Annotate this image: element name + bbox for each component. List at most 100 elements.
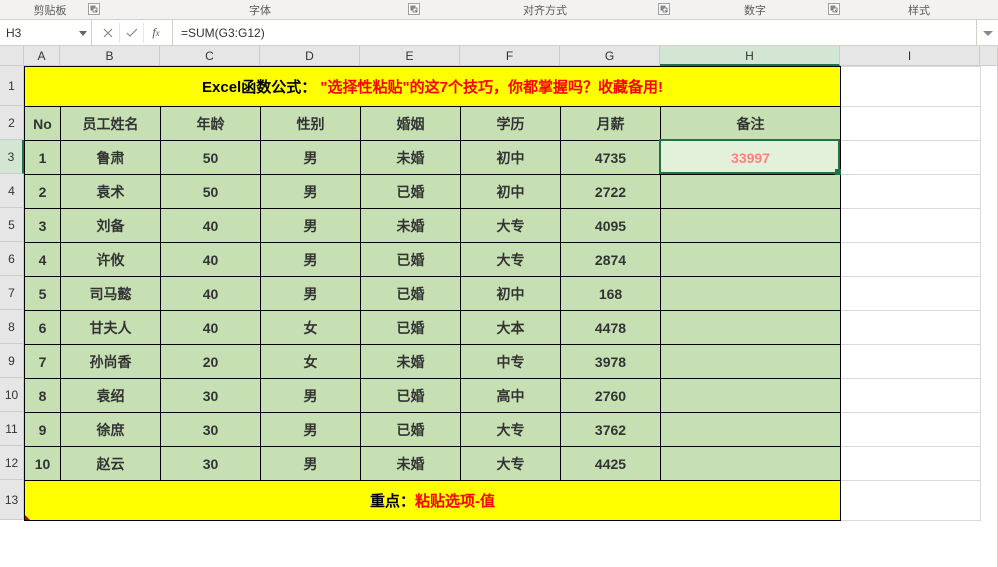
table-cell[interactable]: 2 <box>25 175 61 209</box>
table-cell[interactable]: 刘备 <box>61 209 161 243</box>
remark-cell[interactable] <box>661 345 841 379</box>
table-cell[interactable]: 已婚 <box>361 379 461 413</box>
table-header-cell[interactable]: No <box>25 107 61 141</box>
enter-icon[interactable] <box>120 23 144 43</box>
table-cell[interactable]: 男 <box>261 243 361 277</box>
row-header[interactable]: 6 <box>0 242 24 276</box>
row-header[interactable]: 3 <box>0 140 24 174</box>
column-header[interactable]: B <box>60 46 160 66</box>
table-cell[interactable]: 男 <box>261 379 361 413</box>
table-cell[interactable]: 40 <box>161 209 261 243</box>
table-cell[interactable]: 40 <box>161 311 261 345</box>
row-header[interactable]: 7 <box>0 276 24 310</box>
chevron-down-icon[interactable] <box>79 26 87 40</box>
spreadsheet-grid[interactable]: ABCDEFGHI 12345678910111213 Excel函数公式： "… <box>0 46 998 567</box>
remark-cell[interactable] <box>661 243 841 277</box>
table-cell[interactable]: 30 <box>161 379 261 413</box>
table-cell[interactable]: 9 <box>25 413 61 447</box>
table-cell[interactable]: 袁术 <box>61 175 161 209</box>
column-header[interactable]: C <box>160 46 260 66</box>
table-cell[interactable]: 男 <box>261 277 361 311</box>
table-cell[interactable]: 大专 <box>461 447 561 481</box>
table-cell[interactable]: 5 <box>25 277 61 311</box>
row-header[interactable]: 5 <box>0 208 24 242</box>
dialog-launcher-icon[interactable] <box>828 3 840 15</box>
table-cell[interactable]: 30 <box>161 447 261 481</box>
table-cell[interactable]: 3762 <box>561 413 661 447</box>
table-cell[interactable]: 男 <box>261 447 361 481</box>
table-header-cell[interactable]: 性别 <box>261 107 361 141</box>
table-cell[interactable]: 男 <box>261 209 361 243</box>
table-cell[interactable]: 未婚 <box>361 209 461 243</box>
remark-cell[interactable] <box>661 379 841 413</box>
column-header[interactable]: H <box>660 46 840 66</box>
table-cell[interactable]: 未婚 <box>361 345 461 379</box>
dialog-launcher-icon[interactable] <box>658 3 670 15</box>
table-cell[interactable]: 1 <box>25 141 61 175</box>
column-header[interactable]: F <box>460 46 560 66</box>
table-cell[interactable]: 50 <box>161 141 261 175</box>
table-cell[interactable]: 孙尚香 <box>61 345 161 379</box>
table-header-cell[interactable]: 员工姓名 <box>61 107 161 141</box>
table-cell[interactable]: 袁绍 <box>61 379 161 413</box>
table-cell[interactable]: 未婚 <box>361 141 461 175</box>
table-cell[interactable]: 男 <box>261 175 361 209</box>
row-header[interactable]: 1 <box>0 66 24 106</box>
table-cell[interactable]: 赵云 <box>61 447 161 481</box>
formula-input[interactable]: =SUM(G3:G12) <box>173 20 976 45</box>
table-cell[interactable]: 初中 <box>461 175 561 209</box>
table-cell[interactable]: 4735 <box>561 141 661 175</box>
remark-cell[interactable] <box>661 277 841 311</box>
table-cell[interactable]: 已婚 <box>361 413 461 447</box>
table-cell[interactable]: 40 <box>161 243 261 277</box>
table-cell[interactable]: 未婚 <box>361 447 461 481</box>
table-cell[interactable]: 已婚 <box>361 277 461 311</box>
table-cell[interactable]: 徐庶 <box>61 413 161 447</box>
table-cell[interactable]: 女 <box>261 345 361 379</box>
row-header[interactable]: 12 <box>0 446 24 480</box>
table-cell[interactable]: 4425 <box>561 447 661 481</box>
title-cell[interactable]: Excel函数公式： "选择性粘贴"的这7个技巧，你都掌握吗？收藏备用! <box>25 67 841 107</box>
column-header[interactable]: D <box>260 46 360 66</box>
table-cell[interactable]: 初中 <box>461 277 561 311</box>
remark-cell[interactable] <box>661 209 841 243</box>
row-header[interactable]: 8 <box>0 310 24 344</box>
table-header-cell[interactable]: 备注 <box>661 107 841 141</box>
table-cell[interactable]: 已婚 <box>361 243 461 277</box>
row-header[interactable]: 11 <box>0 412 24 446</box>
table-header-cell[interactable]: 婚姻 <box>361 107 461 141</box>
expand-formula-bar-icon[interactable] <box>976 20 998 45</box>
select-all-corner[interactable] <box>0 46 24 66</box>
table-cell[interactable]: 许攸 <box>61 243 161 277</box>
table-cell[interactable]: 3 <box>25 209 61 243</box>
column-header[interactable]: G <box>560 46 660 66</box>
table-header-cell[interactable]: 年龄 <box>161 107 261 141</box>
table-cell[interactable]: 2874 <box>561 243 661 277</box>
table-cell[interactable]: 大专 <box>461 209 561 243</box>
table-cell[interactable]: 2760 <box>561 379 661 413</box>
table-cell[interactable]: 高中 <box>461 379 561 413</box>
row-header[interactable]: 10 <box>0 378 24 412</box>
insert-function-button[interactable]: fx <box>144 23 168 43</box>
table-cell[interactable]: 初中 <box>461 141 561 175</box>
table-cell[interactable]: 168 <box>561 277 661 311</box>
table-cell[interactable]: 甘夫人 <box>61 311 161 345</box>
remark-cell[interactable] <box>661 311 841 345</box>
table-cell[interactable]: 30 <box>161 413 261 447</box>
table-cell[interactable]: 3978 <box>561 345 661 379</box>
row-header[interactable]: 13 <box>0 480 24 520</box>
table-cell[interactable]: 已婚 <box>361 175 461 209</box>
remark-cell[interactable] <box>661 413 841 447</box>
column-header[interactable]: A <box>24 46 60 66</box>
footer-cell[interactable]: 重点：粘贴选项-值 <box>25 481 841 521</box>
column-header[interactable]: E <box>360 46 460 66</box>
column-header[interactable]: I <box>840 46 980 66</box>
row-header[interactable]: 2 <box>0 106 24 140</box>
row-header[interactable]: 4 <box>0 174 24 208</box>
dialog-launcher-icon[interactable] <box>408 3 420 15</box>
table-cell[interactable]: 8 <box>25 379 61 413</box>
table-cell[interactable]: 2722 <box>561 175 661 209</box>
cancel-icon[interactable] <box>96 23 120 43</box>
table-cell[interactable]: 4 <box>25 243 61 277</box>
table-cell[interactable]: 鲁肃 <box>61 141 161 175</box>
